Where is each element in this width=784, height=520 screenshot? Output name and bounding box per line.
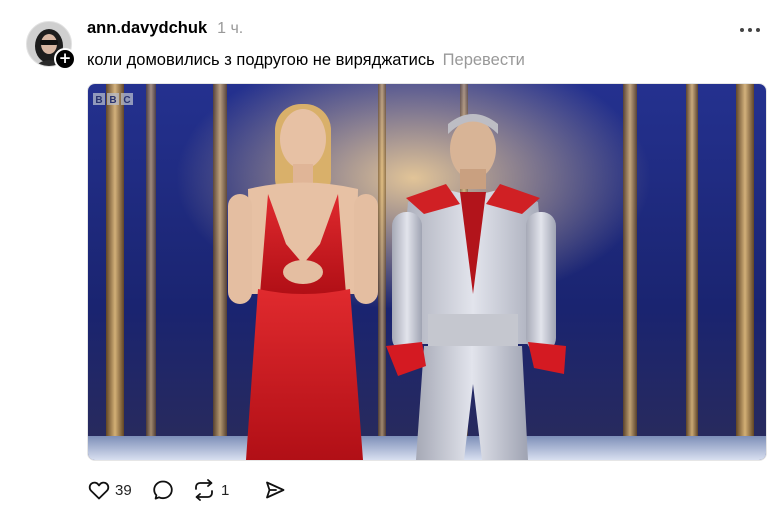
comment-icon: [151, 478, 175, 502]
share-button[interactable]: [263, 476, 303, 504]
comment-button[interactable]: [151, 476, 191, 504]
send-icon: [263, 478, 287, 502]
follow-plus-icon[interactable]: +: [54, 48, 76, 70]
more-dot: [740, 28, 744, 32]
repost-icon: [191, 478, 217, 502]
translate-link[interactable]: Перевести: [443, 51, 525, 69]
bbc-watermark: B B C: [93, 93, 133, 106]
repost-button[interactable]: 1: [191, 476, 269, 504]
post-caption: коли домовились з подругою не виряджатис…: [87, 48, 525, 72]
username-link[interactable]: ann.davydchuk: [87, 19, 207, 38]
more-dot: [756, 28, 760, 32]
post-timestamp[interactable]: 1 ч.: [217, 20, 243, 38]
post-actions: 39 1: [87, 476, 303, 504]
post-header: ann.davydchuk 1 ч.: [87, 19, 243, 43]
avatar-container[interactable]: +: [26, 21, 76, 70]
heart-icon: [87, 478, 111, 502]
more-dot: [748, 28, 752, 32]
like-count: 39: [115, 481, 132, 499]
caption-text: коли домовились з подругою не виряджатис…: [87, 51, 435, 69]
repost-count: 1: [221, 481, 230, 499]
svg-text:B: B: [95, 95, 102, 106]
post-media[interactable]: B B C: [87, 83, 767, 461]
more-options-icon[interactable]: [740, 22, 766, 38]
svg-text:C: C: [123, 95, 130, 106]
svg-text:B: B: [109, 95, 116, 106]
like-button[interactable]: 39: [87, 476, 151, 504]
